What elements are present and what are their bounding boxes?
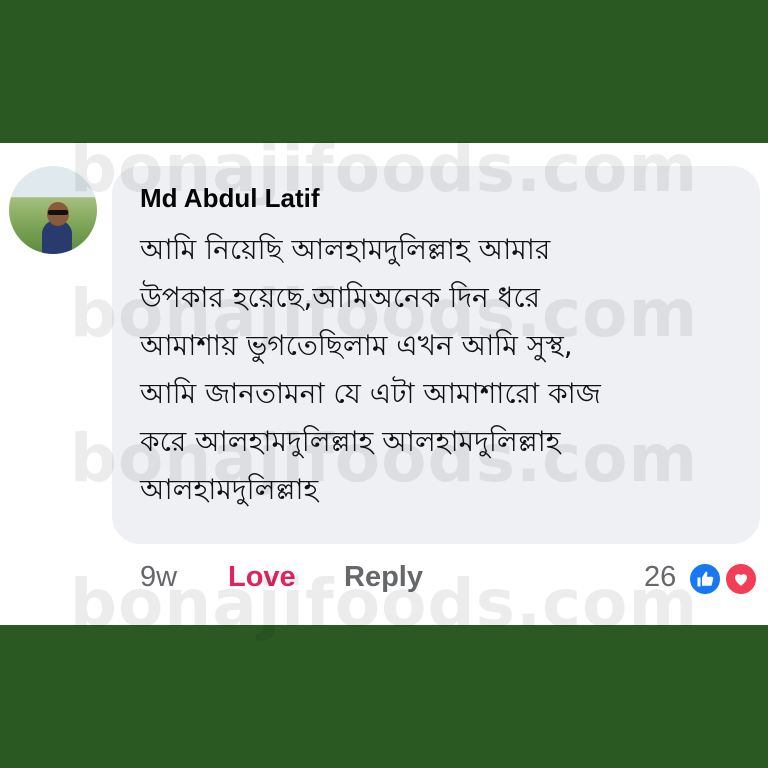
comment-author[interactable]: Md Abdul Latif <box>140 183 320 214</box>
comment-line: আলহামদুলিল্লাহ <box>140 473 319 506</box>
avatar-sunglasses <box>48 210 68 215</box>
heart-glyph-icon <box>735 574 747 586</box>
reaction-count[interactable]: 26 <box>644 561 676 594</box>
heart-icon[interactable] <box>724 562 758 596</box>
comment-time[interactable]: 9w <box>140 561 177 594</box>
reply-button[interactable]: Reply <box>344 561 423 594</box>
comment-line: আমি নিয়েছি আলহামদুলিল্লাহ আমার <box>140 233 551 266</box>
love-reaction-button[interactable]: Love <box>228 561 296 594</box>
comment-line: আমি জানতামনা যে এটা আমাশারো কাজ <box>140 377 601 410</box>
comment-line: উপকার হয়েছে,আমিঅনেক দিন ধরে <box>140 281 541 314</box>
comment-line: আমাশায় ভুগতেছিলাম এখন আমি সুস্থ, <box>140 329 573 362</box>
avatar[interactable] <box>9 166 97 254</box>
comment-line: করে আলহামদুলিল্লাহ আলহামদুলিল্লাহ <box>140 425 561 458</box>
comment-bubble: Md Abdul Latif আমি নিয়েছি আলহামদুলিল্লা… <box>112 166 760 544</box>
comment-text: আমি নিয়েছি আলহামদুলিল্লাহ আমার উপকার হয… <box>140 226 750 514</box>
like-icon[interactable] <box>688 562 722 596</box>
thumbs-up-icon <box>697 571 714 587</box>
